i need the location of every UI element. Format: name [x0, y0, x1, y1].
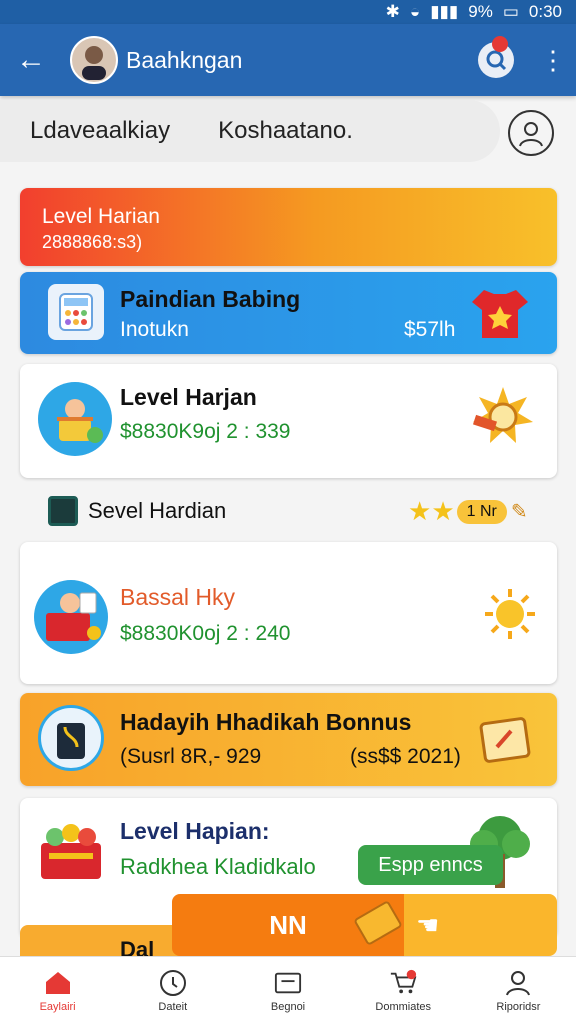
card-subtitle: $8830K9oj 2 : 339 [120, 420, 291, 443]
floating-button-label: NN [269, 909, 307, 940]
card-title: Level Harjan [120, 384, 257, 410]
app-bar: ← Baahkngan ⋮ [0, 24, 576, 96]
notification-button[interactable] [478, 36, 514, 78]
page-title: Baahkngan [126, 46, 243, 73]
back-arrow-icon[interactable]: ← [16, 45, 56, 75]
bonus-card[interactable]: Hadayih Hhadikah Bonnus (Susrl 8R,- 929 … [20, 693, 557, 786]
card-title: Bassal Hky [120, 584, 236, 610]
nav-label: Dommiates [375, 1000, 432, 1013]
card-subtitle: Radkhea Kladidkalo [120, 854, 316, 879]
user-icon [504, 969, 532, 997]
nav-label: Dateit [158, 1000, 188, 1013]
clock-icon [159, 969, 187, 997]
card-amount: $57lh [404, 318, 456, 341]
worker-icon [38, 382, 112, 456]
pencil-icon: ✎ [510, 501, 528, 523]
nav-cart[interactable]: Dommiates [346, 957, 461, 1024]
banner-subtitle: 2888868:s3) [42, 232, 143, 252]
rating-pill: 1 Nr [456, 499, 507, 524]
nav-clock[interactable]: Dateit [115, 957, 230, 1024]
daily-card[interactable]: Paindian Babing Inotukn $57lh [20, 272, 557, 354]
gift-box-icon [34, 580, 108, 654]
sun-badge-icon [468, 382, 538, 452]
bassal-card[interactable]: Bassal Hky $8830K0oj 2 : 240 [20, 542, 557, 684]
search-bar[interactable]: Ldaveaalkiay Koshaatano. [0, 100, 500, 162]
profile-icon[interactable] [508, 110, 554, 156]
action-button[interactable]: Espp enncs [358, 845, 503, 885]
wifi-icon: ◒ [409, 2, 421, 21]
card-subtitle: Inotukn [120, 318, 189, 341]
card-subtitle: (Susrl 8R,- 929 [120, 745, 262, 768]
calculator-icon [48, 284, 104, 340]
status-bar: ✱ ◒ ▮▮▮ 9% ▭ 0:30 [0, 0, 576, 24]
nav-label: Begnoi [270, 1000, 306, 1013]
card-icon [274, 969, 302, 997]
nav-card[interactable]: Begnoi [230, 957, 345, 1024]
basket-icon [34, 816, 108, 884]
card-title: Level Hapian: [120, 818, 270, 844]
home-icon [44, 969, 72, 997]
card-amount: (ss$$ 2021) [350, 745, 461, 768]
level-card[interactable]: Level Harjan $8830K9oj 2 : 339 [20, 364, 557, 478]
list-icon [48, 496, 78, 526]
clock-time: 0:30 [528, 2, 562, 21]
battery-icon: ▭ [502, 2, 519, 21]
nav-label: Riporidsr [496, 1000, 541, 1013]
level-harian-banner[interactable]: Level Harian 2888868:s3) [20, 188, 557, 266]
banner-title: Level Harian [42, 205, 160, 228]
star-icon: ★ [431, 496, 455, 526]
nav-profile[interactable]: Riporidsr [461, 957, 576, 1024]
bottom-navigation: Eaylairi Dateit Begnoi Dommiates Riporid… [0, 956, 576, 1024]
card-subtitle: $8830K0oj 2 : 240 [120, 622, 291, 645]
document-icon [472, 711, 538, 769]
sun-icon [482, 586, 538, 642]
section-title: Sevel Hardian [88, 498, 227, 523]
signal-icon: ▮▮▮ [430, 2, 459, 21]
rating-badge: ★ ★ 1 Nr ✎ [408, 496, 528, 527]
star-icon: ★ [408, 496, 432, 526]
search-left-text: Ldaveaalkiay [30, 117, 171, 144]
notification-badge [492, 36, 508, 52]
cart-icon [389, 969, 417, 997]
bluetooth-icon: ✱ [385, 2, 400, 21]
bag-icon [38, 705, 104, 771]
avatar[interactable] [70, 36, 118, 84]
battery-percent: 9% [468, 2, 493, 21]
nav-label: Eaylairi [39, 1000, 76, 1013]
hand-icon: ☚ [416, 910, 440, 940]
floating-button-extension[interactable]: ☚ [353, 894, 557, 956]
card-title: Hadayih Hhadikah Bonnus [120, 709, 412, 735]
more-vertical-icon[interactable]: ⋮ [540, 47, 566, 73]
shirt-icon [468, 284, 532, 342]
search-right-text: Koshaatano. [218, 117, 353, 144]
nav-home[interactable]: Eaylairi [0, 957, 115, 1024]
card-title: Paindian Babing [120, 286, 301, 312]
